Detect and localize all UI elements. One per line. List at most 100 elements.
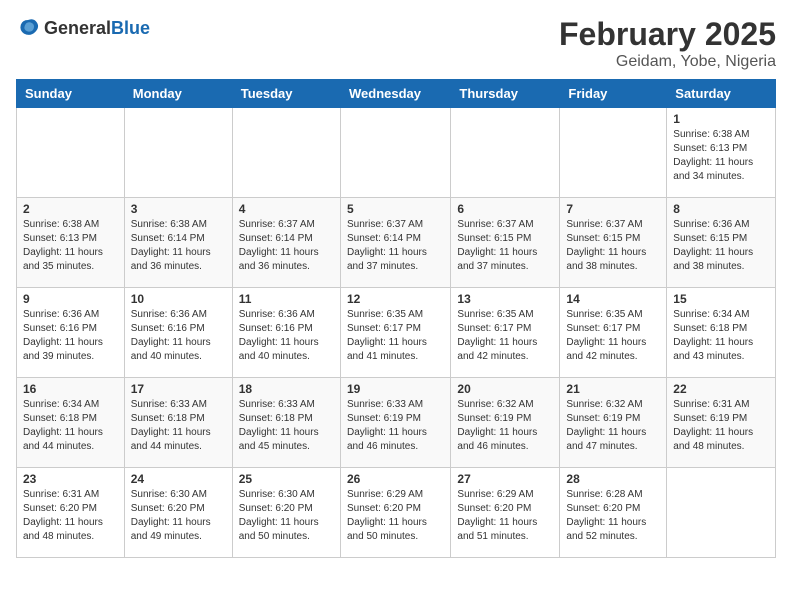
day-number: 7 [566, 202, 660, 216]
calendar-cell: 1 Sunrise: 6:38 AM Sunset: 6:13 PM Daylig… [667, 108, 776, 198]
weekday-header-friday: Friday [560, 80, 667, 108]
weekday-header-tuesday: Tuesday [232, 80, 340, 108]
day-number: 11 [239, 292, 334, 306]
day-info: Sunrise: 6:35 AM Sunset: 6:17 PM Dayligh… [457, 308, 553, 364]
calendar-cell [17, 108, 125, 198]
weekday-header-sunday: Sunday [17, 80, 125, 108]
day-info: Sunrise: 6:38 AM Sunset: 6:13 PM Dayligh… [673, 128, 769, 184]
calendar-cell: 7 Sunrise: 6:37 AM Sunset: 6:15 PM Daylig… [560, 198, 667, 288]
calendar-cell: 16 Sunrise: 6:34 AM Sunset: 6:18 PM Dayli… [17, 378, 125, 468]
calendar-cell: 4 Sunrise: 6:37 AM Sunset: 6:14 PM Daylig… [232, 198, 340, 288]
calendar-cell: 2Sunrise: 6:38 AM Sunset: 6:13 PM Daylig… [17, 198, 125, 288]
day-info: Sunrise: 6:35 AM Sunset: 6:17 PM Dayligh… [566, 308, 660, 364]
day-info: Sunrise: 6:37 AM Sunset: 6:15 PM Dayligh… [566, 218, 660, 274]
day-number: 14 [566, 292, 660, 306]
day-info: Sunrise: 6:36 AM Sunset: 6:16 PM Dayligh… [23, 308, 118, 364]
day-info: Sunrise: 6:31 AM Sunset: 6:19 PM Dayligh… [673, 398, 769, 454]
week-row-5: 23Sunrise: 6:31 AM Sunset: 6:20 PM Dayli… [17, 468, 776, 558]
day-info: Sunrise: 6:33 AM Sunset: 6:18 PM Dayligh… [131, 398, 226, 454]
day-number: 22 [673, 382, 769, 396]
day-info: Sunrise: 6:36 AM Sunset: 6:16 PM Dayligh… [131, 308, 226, 364]
calendar-cell: 24 Sunrise: 6:30 AM Sunset: 6:20 PM Dayli… [124, 468, 232, 558]
day-number: 12 [347, 292, 444, 306]
day-info: Sunrise: 6:29 AM Sunset: 6:20 PM Dayligh… [457, 488, 553, 544]
day-info: Sunrise: 6:36 AM Sunset: 6:16 PM Dayligh… [239, 308, 334, 364]
calendar-cell [560, 108, 667, 198]
calendar-cell: 19 Sunrise: 6:33 AM Sunset: 6:19 PM Dayli… [340, 378, 450, 468]
logo-general-text: General [44, 18, 111, 38]
day-info: Sunrise: 6:34 AM Sunset: 6:18 PM Dayligh… [673, 308, 769, 364]
calendar-cell: 9Sunrise: 6:36 AM Sunset: 6:16 PM Daylig… [17, 288, 125, 378]
day-number: 6 [457, 202, 553, 216]
calendar-cell [232, 108, 340, 198]
calendar-cell [667, 468, 776, 558]
week-row-2: 2Sunrise: 6:38 AM Sunset: 6:13 PM Daylig… [17, 198, 776, 288]
day-info: Sunrise: 6:37 AM Sunset: 6:14 PM Dayligh… [239, 218, 334, 274]
calendar-cell: 3 Sunrise: 6:38 AM Sunset: 6:14 PM Daylig… [124, 198, 232, 288]
day-number: 25 [239, 472, 334, 486]
weekday-header-row: SundayMondayTuesdayWednesdayThursdayFrid… [17, 80, 776, 108]
title-block: February 2025 Geidam, Yobe, Nigeria [559, 16, 776, 71]
calendar-cell [340, 108, 450, 198]
day-number: 17 [131, 382, 226, 396]
day-number: 10 [131, 292, 226, 306]
calendar-cell: 20Sunrise: 6:32 AM Sunset: 6:19 PM Dayli… [451, 378, 560, 468]
day-number: 1 [673, 112, 769, 126]
calendar-cell: 28Sunrise: 6:28 AM Sunset: 6:20 PM Dayli… [560, 468, 667, 558]
calendar-cell [451, 108, 560, 198]
day-info: Sunrise: 6:36 AM Sunset: 6:15 PM Dayligh… [673, 218, 769, 274]
calendar-table: SundayMondayTuesdayWednesdayThursdayFrid… [16, 79, 776, 558]
calendar-cell: 17 Sunrise: 6:33 AM Sunset: 6:18 PM Dayli… [124, 378, 232, 468]
calendar-cell: 22 Sunrise: 6:31 AM Sunset: 6:19 PM Dayli… [667, 378, 776, 468]
day-number: 26 [347, 472, 444, 486]
calendar-cell: 6 Sunrise: 6:37 AM Sunset: 6:15 PM Daylig… [451, 198, 560, 288]
day-number: 16 [23, 382, 118, 396]
day-info: Sunrise: 6:32 AM Sunset: 6:19 PM Dayligh… [566, 398, 660, 454]
weekday-header-saturday: Saturday [667, 80, 776, 108]
logo-icon [16, 16, 40, 40]
day-info: Sunrise: 6:37 AM Sunset: 6:15 PM Dayligh… [457, 218, 553, 274]
day-info: Sunrise: 6:29 AM Sunset: 6:20 PM Dayligh… [347, 488, 444, 544]
month-title: February 2025 [559, 16, 776, 53]
day-info: Sunrise: 6:38 AM Sunset: 6:14 PM Dayligh… [131, 218, 226, 274]
calendar-cell: 15 Sunrise: 6:34 AM Sunset: 6:18 PM Dayli… [667, 288, 776, 378]
day-number: 15 [673, 292, 769, 306]
calendar-cell: 14 Sunrise: 6:35 AM Sunset: 6:17 PM Dayli… [560, 288, 667, 378]
day-number: 21 [566, 382, 660, 396]
calendar-cell: 25 Sunrise: 6:30 AM Sunset: 6:20 PM Dayli… [232, 468, 340, 558]
logo-blue-text: Blue [111, 18, 150, 38]
day-number: 20 [457, 382, 553, 396]
day-number: 4 [239, 202, 334, 216]
location-title: Geidam, Yobe, Nigeria [559, 53, 776, 71]
day-number: 19 [347, 382, 444, 396]
day-info: Sunrise: 6:34 AM Sunset: 6:18 PM Dayligh… [23, 398, 118, 454]
calendar-cell: 11 Sunrise: 6:36 AM Sunset: 6:16 PM Dayli… [232, 288, 340, 378]
day-info: Sunrise: 6:33 AM Sunset: 6:19 PM Dayligh… [347, 398, 444, 454]
day-info: Sunrise: 6:35 AM Sunset: 6:17 PM Dayligh… [347, 308, 444, 364]
day-info: Sunrise: 6:31 AM Sunset: 6:20 PM Dayligh… [23, 488, 118, 544]
day-info: Sunrise: 6:30 AM Sunset: 6:20 PM Dayligh… [131, 488, 226, 544]
day-number: 5 [347, 202, 444, 216]
logo: GeneralBlue [16, 16, 150, 40]
calendar-cell [124, 108, 232, 198]
day-number: 27 [457, 472, 553, 486]
calendar-cell: 18 Sunrise: 6:33 AM Sunset: 6:18 PM Dayli… [232, 378, 340, 468]
calendar-cell: 27 Sunrise: 6:29 AM Sunset: 6:20 PM Dayli… [451, 468, 560, 558]
day-number: 24 [131, 472, 226, 486]
week-row-1: 1 Sunrise: 6:38 AM Sunset: 6:13 PM Daylig… [17, 108, 776, 198]
day-number: 3 [131, 202, 226, 216]
calendar-cell: 21 Sunrise: 6:32 AM Sunset: 6:19 PM Dayli… [560, 378, 667, 468]
week-row-4: 16 Sunrise: 6:34 AM Sunset: 6:18 PM Dayli… [17, 378, 776, 468]
weekday-header-wednesday: Wednesday [340, 80, 450, 108]
day-info: Sunrise: 6:37 AM Sunset: 6:14 PM Dayligh… [347, 218, 444, 274]
day-info: Sunrise: 6:30 AM Sunset: 6:20 PM Dayligh… [239, 488, 334, 544]
calendar-cell: 23Sunrise: 6:31 AM Sunset: 6:20 PM Dayli… [17, 468, 125, 558]
page-header: GeneralBlue February 2025 Geidam, Yobe, … [16, 16, 776, 71]
day-number: 13 [457, 292, 553, 306]
day-info: Sunrise: 6:33 AM Sunset: 6:18 PM Dayligh… [239, 398, 334, 454]
weekday-header-thursday: Thursday [451, 80, 560, 108]
calendar-cell: 26 Sunrise: 6:29 AM Sunset: 6:20 PM Dayli… [340, 468, 450, 558]
calendar-cell: 5 Sunrise: 6:37 AM Sunset: 6:14 PM Daylig… [340, 198, 450, 288]
day-number: 18 [239, 382, 334, 396]
day-number: 28 [566, 472, 660, 486]
